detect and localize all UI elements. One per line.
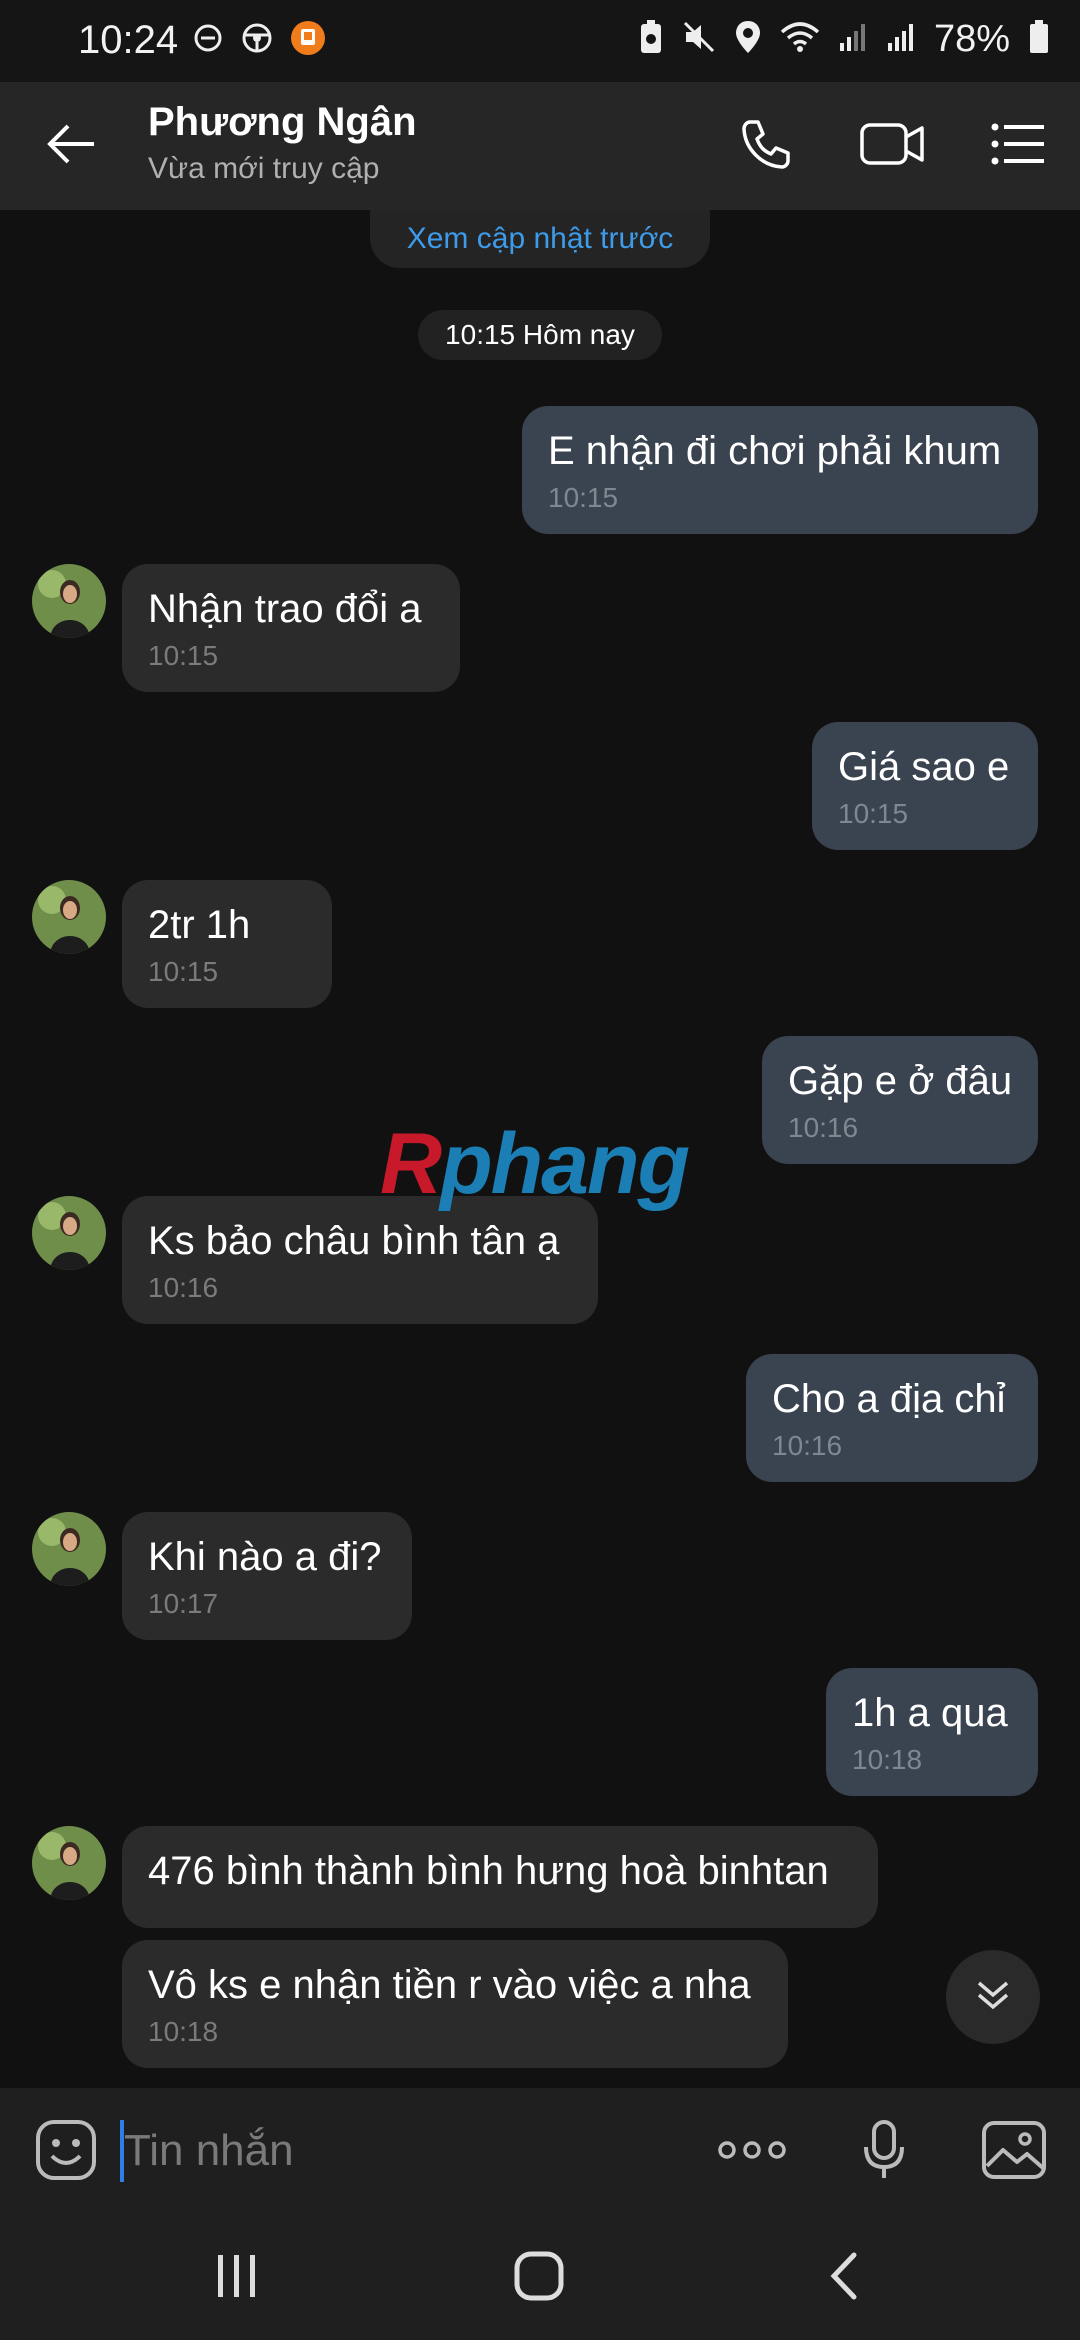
message-time: 10:15 xyxy=(548,482,619,513)
outgoing-message[interactable]: Gặp e ở đâu 10:16 xyxy=(762,1036,1038,1164)
system-navigation-bar xyxy=(0,2216,1080,2340)
chat-menu-button[interactable] xyxy=(974,102,1062,190)
message-time: 10:18 xyxy=(148,2016,219,2047)
outgoing-message[interactable]: Giá sao e 10:15 xyxy=(812,722,1038,850)
message-time: 10:18 xyxy=(852,1744,923,1775)
message-text: 2tr 1h xyxy=(148,903,251,947)
watermark-logo: Rphang xyxy=(380,1116,690,1212)
call-button[interactable] xyxy=(722,102,810,190)
scroll-to-bottom-button[interactable] xyxy=(946,1950,1040,2044)
avatar[interactable] xyxy=(32,1512,106,1586)
battery-percent: 78% xyxy=(933,18,1010,60)
outgoing-message[interactable]: E nhận đi chơi phải khum 10:15 xyxy=(522,406,1038,534)
incoming-message[interactable]: Ks bảo châu bình tân ạ 10:16 xyxy=(122,1196,598,1324)
back-button[interactable] xyxy=(28,102,116,190)
recent-apps-icon xyxy=(212,2253,262,2304)
avatar[interactable] xyxy=(32,1826,106,1900)
voice-message-button[interactable] xyxy=(840,2108,928,2196)
status-icons-left xyxy=(192,20,326,61)
image-icon xyxy=(981,2120,1047,2185)
contact-name[interactable]: Phương Ngân xyxy=(148,100,417,145)
message-time: 10:15 xyxy=(838,798,909,829)
mute-icon xyxy=(682,20,716,59)
message-text: 1h a qua xyxy=(852,1691,1008,1735)
message-time: 10:17 xyxy=(148,1588,219,1619)
chat-header: Phương Ngân Vừa mới truy cập xyxy=(0,82,1080,210)
recent-apps-button[interactable] xyxy=(182,2236,292,2320)
status-time: 10:24 xyxy=(78,18,179,62)
message-text: Khi nào a đi? xyxy=(148,1535,382,1579)
incoming-message[interactable]: Vô ks e nhận tiền r vào việc a nha 10:18 xyxy=(122,1940,788,2068)
outgoing-message[interactable]: 1h a qua 10:18 xyxy=(826,1668,1038,1796)
date-separator: 10:15 Hôm nay xyxy=(418,310,662,360)
home-icon xyxy=(513,2250,565,2307)
message-text: E nhận đi chơi phải khum xyxy=(548,429,1002,473)
incoming-message[interactable]: Khi nào a đi? 10:17 xyxy=(122,1512,412,1640)
message-text: Ks bảo châu bình tân ạ xyxy=(148,1219,560,1263)
message-input-bar: Tin nhắn xyxy=(0,2088,1080,2216)
incoming-message[interactable]: 2tr 1h 10:15 xyxy=(122,880,332,1008)
video-call-button[interactable] xyxy=(848,102,936,190)
message-text: Giá sao e xyxy=(838,745,1010,789)
outgoing-message[interactable]: Cho a địa chỉ 10:16 xyxy=(746,1354,1038,1482)
emoji-icon xyxy=(34,2118,98,2187)
emoji-button[interactable] xyxy=(22,2108,110,2196)
message-time: 10:16 xyxy=(148,1272,219,1303)
status-icons-right: 78% xyxy=(638,18,1050,61)
signal-icon xyxy=(886,21,916,58)
status-bar: 10:24 78% xyxy=(0,0,1080,82)
avatar[interactable] xyxy=(32,1196,106,1270)
message-time: 10:16 xyxy=(788,1112,859,1143)
load-older-button[interactable]: Xem cập nhật trước xyxy=(370,210,710,268)
message-text: Cho a địa chỉ xyxy=(772,1377,1006,1421)
message-text: 476 bình thành bình hưng hoà binhtan xyxy=(148,1849,829,1893)
message-time: 10:15 xyxy=(148,956,219,987)
more-options-button[interactable] xyxy=(708,2108,796,2196)
back-arrow-icon xyxy=(46,122,98,171)
message-text: Vô ks e nhận tiền r vào việc a nha xyxy=(148,1963,751,2007)
signal-icon xyxy=(838,21,868,58)
back-icon xyxy=(826,2251,860,2306)
video-call-icon xyxy=(859,119,925,174)
double-chevron-down-icon xyxy=(973,1975,1013,2020)
message-text: Nhận trao đổi a xyxy=(148,587,422,631)
avatar[interactable] xyxy=(32,880,106,954)
menu-list-icon xyxy=(990,122,1046,171)
location-icon xyxy=(734,19,762,60)
message-time: 10:15 xyxy=(148,640,219,671)
incoming-message[interactable]: Nhận trao đổi a 10:15 xyxy=(122,564,460,692)
phone-icon xyxy=(738,116,794,177)
nav-back-button[interactable] xyxy=(788,2236,898,2320)
battery-icon xyxy=(1028,19,1050,60)
wifi-icon xyxy=(780,20,820,59)
message-text: Gặp e ở đâu xyxy=(788,1059,1013,1103)
contact-status: Vừa mới truy cập xyxy=(148,152,380,185)
do-not-disturb-icon xyxy=(192,22,224,59)
steering-wheel-icon xyxy=(240,21,274,60)
battery-saver-icon xyxy=(638,19,664,60)
avatar[interactable] xyxy=(32,564,106,638)
incoming-message[interactable]: 476 bình thành bình hưng hoà binhtan xyxy=(122,1826,878,1928)
delivery-app-icon xyxy=(290,20,326,61)
microphone-icon xyxy=(862,2119,906,2186)
message-time: 10:16 xyxy=(772,1430,843,1461)
gallery-button[interactable] xyxy=(970,2108,1058,2196)
home-button[interactable] xyxy=(484,2236,594,2320)
message-input[interactable]: Tin nhắn xyxy=(124,2126,294,2176)
more-dots-icon xyxy=(717,2138,787,2167)
